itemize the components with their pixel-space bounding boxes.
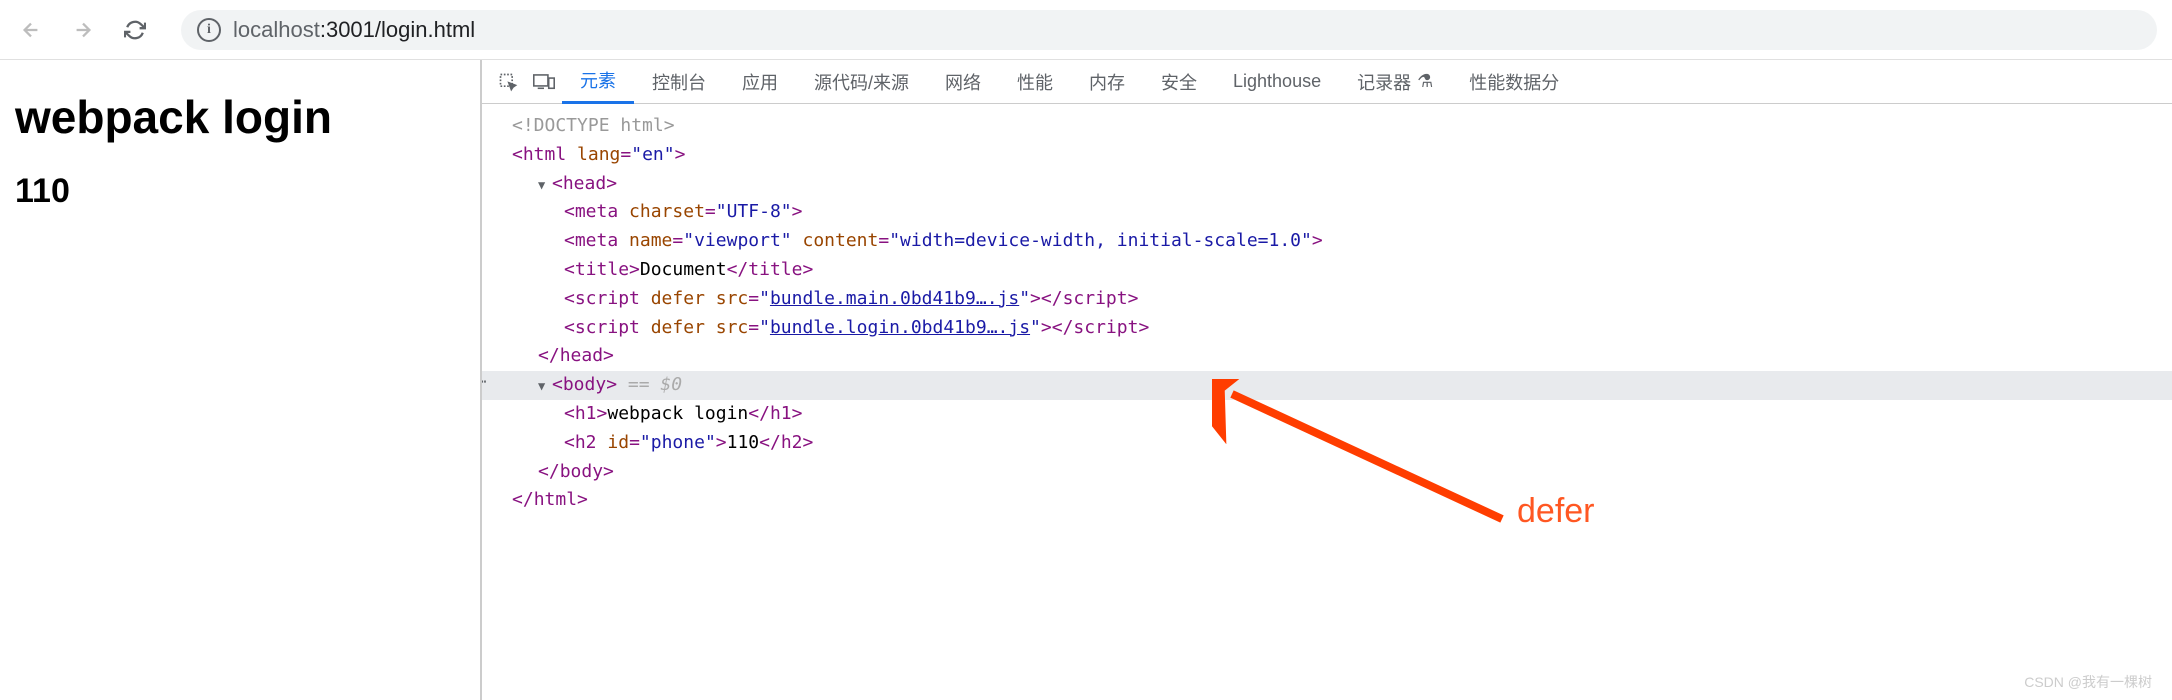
inspect-icon[interactable] (490, 64, 526, 100)
line-meta-charset[interactable]: <meta charset="UTF-8"> (482, 198, 2172, 227)
reload-button[interactable] (119, 14, 151, 46)
line-meta-viewport[interactable]: <meta name="viewport" content="width=dev… (482, 227, 2172, 256)
line-head-open[interactable]: ▼<head> (482, 170, 2172, 199)
elements-tree[interactable]: <!DOCTYPE html> <html lang="en"> ▼<head>… (482, 104, 2172, 700)
tab-lighthouse[interactable]: Lighthouse (1215, 60, 1339, 104)
browser-toolbar: i localhost:3001/login.html (0, 0, 2172, 60)
page-content: webpack login 110 (0, 60, 480, 700)
tab-security[interactable]: 安全 (1143, 60, 1215, 104)
devtools-tabs: 元素 控制台 应用 源代码/来源 网络 性能 内存 安全 Lighthouse … (482, 60, 2172, 104)
line-h1[interactable]: <h1>webpack login</h1> (482, 400, 2172, 429)
line-title[interactable]: <title>Document</title> (482, 256, 2172, 285)
device-toggle-icon[interactable] (526, 64, 562, 100)
line-head-close[interactable]: </head> (482, 342, 2172, 371)
watermark: CSDN @我有一棵树 (2024, 672, 2152, 692)
line-body-open[interactable]: ▼<body> == $0 (482, 371, 2172, 400)
tab-network[interactable]: 网络 (927, 60, 999, 104)
line-html-close[interactable]: </html> (482, 486, 2172, 515)
forward-button[interactable] (67, 14, 99, 46)
site-info-icon[interactable]: i (197, 18, 221, 42)
flask-icon: ⚗ (1417, 71, 1433, 92)
url-text: localhost:3001/login.html (233, 17, 475, 43)
tab-memory[interactable]: 内存 (1071, 60, 1143, 104)
line-html-open[interactable]: <html lang="en"> (482, 141, 2172, 170)
page-heading: webpack login (15, 90, 465, 144)
line-doctype[interactable]: <!DOCTYPE html> (482, 112, 2172, 141)
devtools-panel: 元素 控制台 应用 源代码/来源 网络 性能 内存 安全 Lighthouse … (480, 60, 2172, 700)
content-wrapper: webpack login 110 元素 控制台 应用 源代码/来源 网络 性能… (0, 60, 2172, 700)
tab-console[interactable]: 控制台 (634, 60, 724, 104)
tab-perf-insights[interactable]: 性能数据分 (1451, 60, 1577, 104)
line-h2[interactable]: <h2 id="phone">110</h2> (482, 429, 2172, 458)
phone-value: 110 (15, 172, 465, 211)
annotation-label: defer (1517, 484, 1595, 538)
line-body-close[interactable]: </body> (482, 458, 2172, 487)
tab-application[interactable]: 应用 (724, 60, 796, 104)
line-script-login[interactable]: <script defer src="bundle.login.0bd41b9…… (482, 314, 2172, 343)
back-button[interactable] (15, 14, 47, 46)
address-bar[interactable]: i localhost:3001/login.html (181, 10, 2157, 50)
tab-sources[interactable]: 源代码/来源 (796, 60, 927, 104)
tab-recorder[interactable]: 记录器 ⚗ (1339, 60, 1451, 104)
tab-elements[interactable]: 元素 (562, 60, 634, 104)
line-script-main[interactable]: <script defer src="bundle.main.0bd41b9….… (482, 285, 2172, 314)
tab-performance[interactable]: 性能 (999, 60, 1071, 104)
